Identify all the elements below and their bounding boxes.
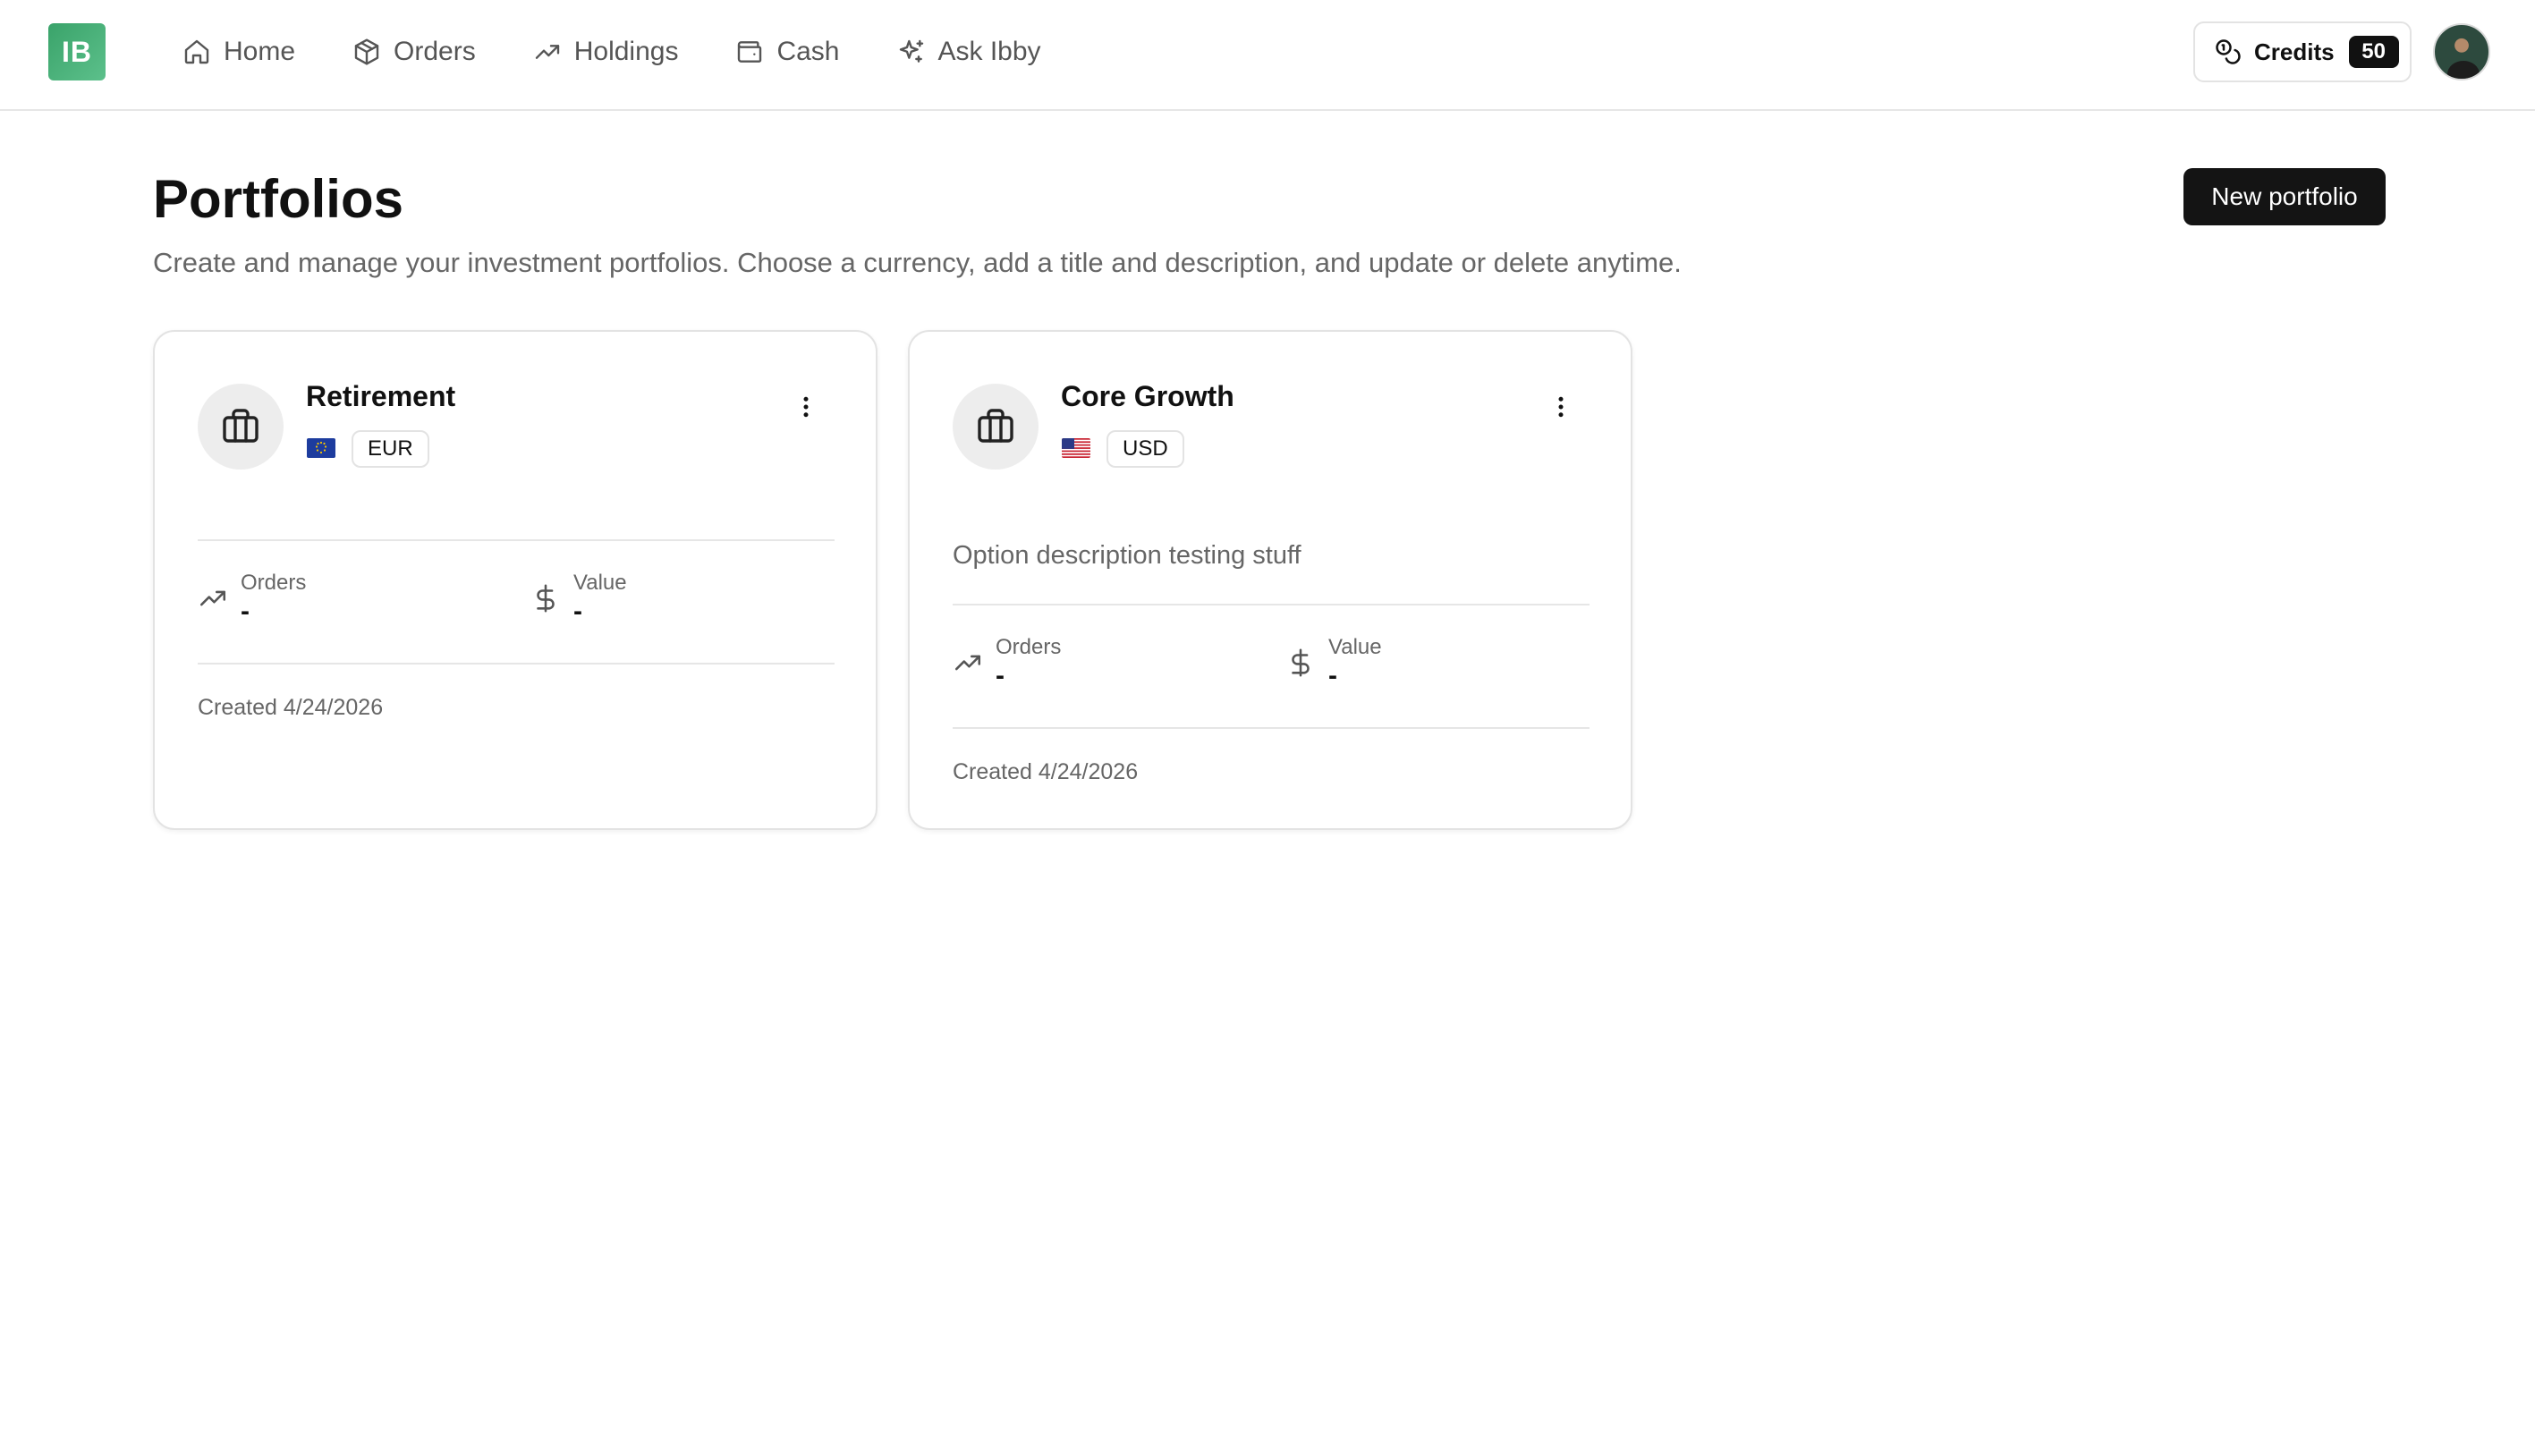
- coins-icon: [2216, 39, 2241, 64]
- portfolio-description: Option description testing stuff: [953, 541, 1301, 570]
- trending-up-icon: [535, 45, 559, 59]
- briefcase-icon: [978, 409, 1013, 443]
- dollar-icon: [1292, 648, 1310, 677]
- nav-label-holdings: Holdings: [573, 37, 679, 66]
- orders-value: -: [241, 597, 250, 626]
- briefcase-icon: [223, 409, 259, 443]
- nav-item-cash[interactable]: Cash: [735, 27, 840, 77]
- value-label: Value: [1328, 635, 1382, 659]
- box-icon: [354, 38, 379, 65]
- orders-stat: Orders -: [198, 571, 306, 628]
- nav-label-cash: Cash: [776, 37, 840, 66]
- nav-item-holdings[interactable]: Holdings: [533, 27, 679, 77]
- eu-flag-icon: [307, 438, 335, 458]
- portfolio-icon-container: [953, 384, 1039, 470]
- portfolio-card-retirement[interactable]: Retirement EUR Orders - Value - Created …: [153, 330, 878, 830]
- nav-label-orders: Orders: [394, 37, 476, 66]
- created-date: Created 4/24/2026: [198, 695, 384, 720]
- portfolio-icon-container: [198, 384, 284, 470]
- orders-value: -: [996, 661, 1005, 690]
- currency-badge: USD: [1106, 430, 1184, 468]
- home-icon: [184, 39, 209, 64]
- value-value: -: [573, 597, 582, 626]
- portfolio-name: Retirement: [306, 380, 456, 412]
- value-stat: Value -: [530, 571, 627, 628]
- credits-count-badge: 50: [2348, 36, 2399, 68]
- new-portfolio-button[interactable]: New portfolio: [2183, 168, 2386, 225]
- card-divider: [953, 727, 1590, 729]
- nav-label-ask-ibby: Ask Ibby: [937, 37, 1041, 66]
- page-title: Portfolios: [153, 169, 403, 229]
- orders-stat: Orders -: [953, 635, 1061, 692]
- created-date: Created 4/24/2026: [953, 759, 1139, 784]
- nav-label-home: Home: [224, 37, 296, 66]
- card-options-menu[interactable]: [1543, 389, 1579, 425]
- trending-up-icon: [954, 655, 981, 671]
- orders-label: Orders: [241, 571, 307, 595]
- dollar-icon: [537, 584, 555, 613]
- nav-item-home[interactable]: Home: [182, 27, 295, 77]
- user-avatar[interactable]: [2433, 23, 2490, 80]
- value-stat: Value -: [1285, 635, 1382, 692]
- us-flag-icon: [1062, 438, 1090, 458]
- nav-item-orders[interactable]: Orders: [352, 27, 476, 77]
- top-navigation-bar: IB Home Orders Holdings Cash Ask Ibby Cr…: [0, 0, 2535, 111]
- trending-up-icon: [199, 590, 226, 606]
- sparkle-icon: [899, 39, 923, 63]
- orders-label: Orders: [996, 635, 1062, 659]
- credits-label: Credits: [2254, 38, 2335, 65]
- value-label: Value: [573, 571, 627, 595]
- app-logo[interactable]: IB: [48, 23, 106, 80]
- wallet-icon: [738, 41, 762, 63]
- currency-badge: EUR: [352, 430, 429, 468]
- card-options-menu[interactable]: [788, 389, 824, 425]
- value-value: -: [1328, 661, 1337, 690]
- credits-button[interactable]: Credits 50: [2193, 21, 2412, 82]
- card-divider: [953, 604, 1590, 605]
- card-divider: [198, 539, 835, 541]
- more-vertical-icon: [1558, 396, 1564, 418]
- page-subtitle: Create and manage your investment portfo…: [153, 247, 1682, 278]
- more-vertical-icon: [803, 396, 809, 418]
- portfolio-card-core-growth[interactable]: Core Growth USD Option description testi…: [908, 330, 1632, 830]
- card-divider: [198, 663, 835, 665]
- portfolio-name: Core Growth: [1061, 380, 1234, 412]
- nav-item-ask-ibby[interactable]: Ask Ibby: [897, 27, 1041, 77]
- main-nav: Home Orders Holdings Cash Ask Ibby: [182, 27, 1098, 77]
